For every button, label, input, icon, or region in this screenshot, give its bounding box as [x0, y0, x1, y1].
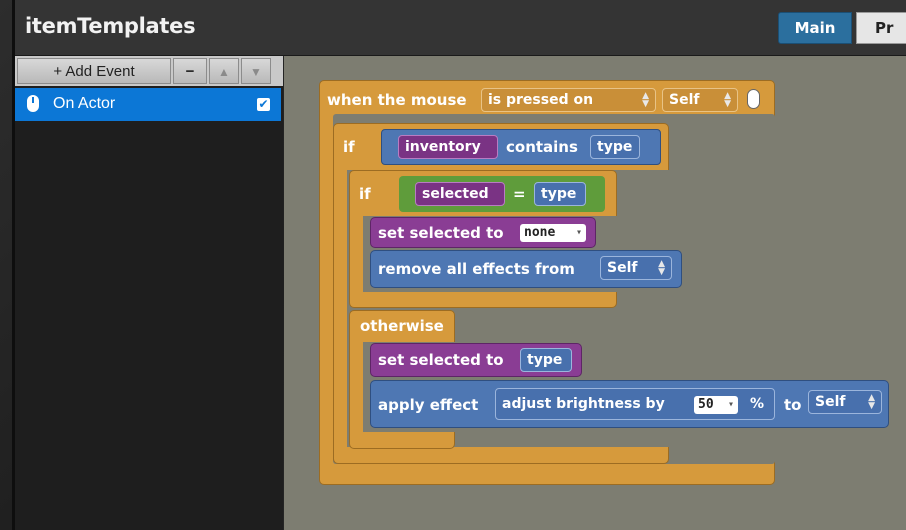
contains-operator: contains	[506, 138, 578, 156]
remove-event-button[interactable]: −	[173, 58, 207, 84]
remove-effects-label: remove all effects from	[378, 260, 575, 278]
selected-variable[interactable]: selected	[415, 182, 505, 206]
spinner-icon: ▲ ▼	[658, 259, 665, 277]
selected-value-dropdown[interactable]: none ▾	[520, 224, 586, 242]
set-selected-label: set selected to	[378, 224, 504, 242]
brightness-amount-value: 50	[698, 397, 714, 412]
mouse-icon	[747, 89, 760, 109]
if-keyword: if	[359, 185, 371, 203]
tab-main[interactable]: Main	[778, 12, 852, 44]
effect-target-value: Self	[815, 394, 846, 410]
move-up-button[interactable]: ▲	[209, 58, 239, 84]
selected-dropdown-value: none	[524, 225, 556, 240]
equals-type-value[interactable]: type	[534, 182, 586, 206]
percent-unit: %	[750, 396, 765, 412]
apply-effect-label: apply effect	[378, 396, 479, 414]
spinner-icon: ▲ ▼	[724, 91, 731, 109]
chevron-down-icon: ▾	[727, 399, 734, 410]
chevron-down-icon: ▾	[575, 227, 582, 238]
add-event-button[interactable]: + Add Event	[17, 58, 171, 84]
effect-target-dropdown[interactable]: Self ▲ ▼	[808, 390, 882, 414]
otherwise-keyword: otherwise	[360, 317, 444, 335]
mouse-target-dropdown[interactable]: Self ▲ ▼	[662, 88, 738, 112]
event-label: On Actor	[53, 95, 116, 112]
equals-operator: =	[513, 185, 526, 203]
mouse-condition-value: is pressed on	[488, 92, 594, 108]
event-enabled-checkbox[interactable]: ✔	[257, 98, 270, 111]
set-selected-label: set selected to	[378, 351, 504, 369]
inventory-variable[interactable]: inventory	[398, 135, 498, 159]
event-item-on-actor[interactable]: On Actor ✔	[15, 88, 281, 121]
when-label: when the mouse	[327, 91, 467, 109]
mouse-target-value: Self	[669, 92, 700, 108]
title-bar: itemTemplates	[15, 0, 906, 56]
move-down-button[interactable]: ▼	[241, 58, 271, 84]
selected-type-value[interactable]: type	[520, 348, 572, 372]
spinner-icon: ▲ ▼	[642, 91, 649, 109]
if-keyword: if	[343, 138, 355, 156]
to-label: to	[784, 396, 802, 414]
remove-target-value: Self	[607, 260, 638, 276]
tab-properties[interactable]: Pr	[856, 12, 906, 44]
effect-label: adjust brightness by	[502, 396, 665, 412]
mouse-icon	[27, 95, 39, 112]
remove-target-dropdown[interactable]: Self ▲ ▼	[600, 256, 672, 280]
spinner-icon: ▲ ▼	[868, 393, 875, 411]
contains-type-value[interactable]: type	[590, 135, 640, 159]
mouse-condition-dropdown[interactable]: is pressed on ▲ ▼	[481, 88, 656, 112]
brightness-amount-dropdown[interactable]: 50 ▾	[694, 396, 738, 414]
page-title: itemTemplates	[25, 14, 196, 38]
events-toolbar: + Add Event − ▲ ▼	[15, 56, 283, 86]
events-sidebar: + Add Event − ▲ ▼ On Actor ✔	[15, 56, 283, 530]
